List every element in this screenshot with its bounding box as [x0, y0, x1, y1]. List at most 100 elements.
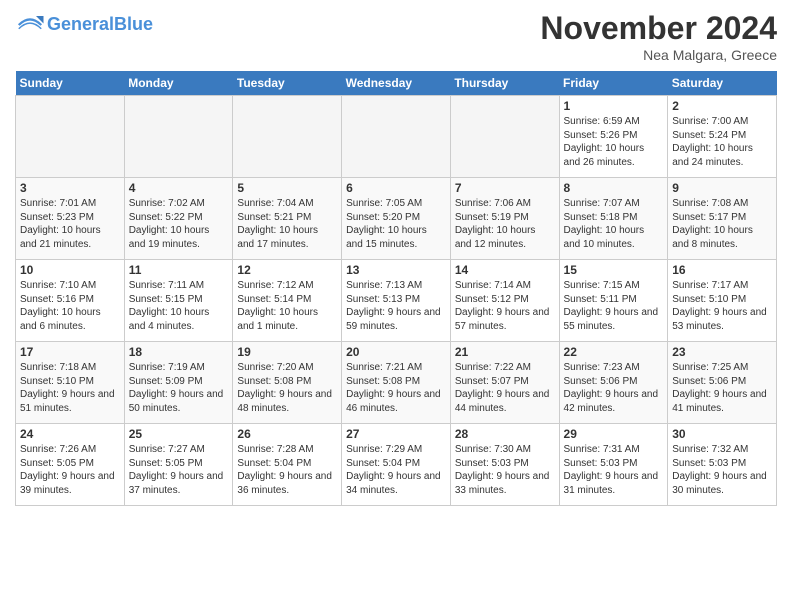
calendar-cell: 22 Sunrise: 7:23 AM Sunset: 5:06 PM Dayli… [559, 342, 668, 424]
calendar-cell: 1 Sunrise: 6:59 AM Sunset: 5:26 PM Daylig… [559, 96, 668, 178]
col-friday: Friday [559, 71, 668, 96]
calendar-table: Sunday Monday Tuesday Wednesday Thursday… [15, 71, 777, 506]
col-thursday: Thursday [450, 71, 559, 96]
page-container: GeneralBlue November 2024 Nea Malgara, G… [0, 0, 792, 516]
calendar-cell: 21 Sunrise: 7:22 AM Sunset: 5:07 PM Dayli… [450, 342, 559, 424]
day-info: Sunrise: 7:01 AM Sunset: 5:23 PM Dayligh… [20, 197, 120, 251]
calendar-cell: 6Sunrise: 7:05 AM Sunset: 5:20 PM Daylig… [342, 178, 451, 260]
calendar-cell: 18 Sunrise: 7:19 AM Sunset: 5:09 PM Dayli… [124, 342, 233, 424]
col-saturday: Saturday [668, 71, 777, 96]
day-number: 23 [672, 345, 772, 359]
col-monday: Monday [124, 71, 233, 96]
calendar-cell: 23 Sunrise: 7:25 AM Sunset: 5:06 PM Dayli… [668, 342, 777, 424]
day-number: 19 [237, 345, 337, 359]
day-info: Sunrise: 7:02 AM Sunset: 5:22 PM Dayligh… [129, 197, 229, 251]
calendar-cell: 29 Sunrise: 7:31 AM Sunset: 5:03 PM Dayli… [559, 424, 668, 506]
day-info: Sunrise: 7:26 AM Sunset: 5:05 PM Dayligh… [20, 443, 120, 497]
calendar-cell: 30Sunrise: 7:32 AM Sunset: 5:03 PM Dayli… [668, 424, 777, 506]
calendar-cell: 10Sunrise: 7:10 AM Sunset: 5:16 PM Dayli… [16, 260, 125, 342]
logo-line1: General [47, 14, 114, 34]
day-number: 21 [455, 345, 555, 359]
day-number: 5 [237, 181, 337, 195]
logo-line2: Blue [114, 14, 153, 34]
day-info: Sunrise: 7:21 AM Sunset: 5:08 PM Dayligh… [346, 361, 446, 415]
calendar-header-row: Sunday Monday Tuesday Wednesday Thursday… [16, 71, 777, 96]
day-number: 16 [672, 263, 772, 277]
day-info: Sunrise: 7:14 AM Sunset: 5:12 PM Dayligh… [455, 279, 555, 333]
calendar-cell [16, 96, 125, 178]
calendar-cell [233, 96, 342, 178]
page-header: GeneralBlue November 2024 Nea Malgara, G… [15, 10, 777, 63]
day-number: 25 [129, 427, 229, 441]
calendar-cell: 27 Sunrise: 7:29 AM Sunset: 5:04 PM Dayli… [342, 424, 451, 506]
calendar-cell: 12 Sunrise: 7:12 AM Sunset: 5:14 PM Dayli… [233, 260, 342, 342]
day-info: Sunrise: 7:06 AM Sunset: 5:19 PM Dayligh… [455, 197, 555, 251]
calendar-cell: 24Sunrise: 7:26 AM Sunset: 5:05 PM Dayli… [16, 424, 125, 506]
day-info: Sunrise: 7:29 AM Sunset: 5:04 PM Dayligh… [346, 443, 446, 497]
calendar-week-row: 1 Sunrise: 6:59 AM Sunset: 5:26 PM Daylig… [16, 96, 777, 178]
calendar-cell: 14Sunrise: 7:14 AM Sunset: 5:12 PM Dayli… [450, 260, 559, 342]
day-info: Sunrise: 7:12 AM Sunset: 5:14 PM Dayligh… [237, 279, 337, 333]
calendar-cell: 7 Sunrise: 7:06 AM Sunset: 5:19 PM Daylig… [450, 178, 559, 260]
calendar-cell: 4 Sunrise: 7:02 AM Sunset: 5:22 PM Daylig… [124, 178, 233, 260]
day-info: Sunrise: 7:32 AM Sunset: 5:03 PM Dayligh… [672, 443, 772, 497]
calendar-cell: 13Sunrise: 7:13 AM Sunset: 5:13 PM Dayli… [342, 260, 451, 342]
day-number: 18 [129, 345, 229, 359]
calendar-body: 1 Sunrise: 6:59 AM Sunset: 5:26 PM Daylig… [16, 96, 777, 506]
day-info: Sunrise: 7:05 AM Sunset: 5:20 PM Dayligh… [346, 197, 446, 251]
day-number: 11 [129, 263, 229, 277]
calendar-cell [450, 96, 559, 178]
day-number: 27 [346, 427, 446, 441]
day-number: 8 [564, 181, 664, 195]
day-info: Sunrise: 7:25 AM Sunset: 5:06 PM Dayligh… [672, 361, 772, 415]
calendar-cell: 15Sunrise: 7:15 AM Sunset: 5:11 PM Dayli… [559, 260, 668, 342]
logo-text: GeneralBlue [47, 15, 153, 35]
day-info: Sunrise: 7:10 AM Sunset: 5:16 PM Dayligh… [20, 279, 120, 333]
calendar-cell: 5 Sunrise: 7:04 AM Sunset: 5:21 PM Daylig… [233, 178, 342, 260]
day-info: Sunrise: 7:15 AM Sunset: 5:11 PM Dayligh… [564, 279, 664, 333]
day-number: 29 [564, 427, 664, 441]
calendar-cell [124, 96, 233, 178]
day-number: 28 [455, 427, 555, 441]
logo-icon [15, 10, 45, 40]
day-number: 4 [129, 181, 229, 195]
day-info: Sunrise: 7:31 AM Sunset: 5:03 PM Dayligh… [564, 443, 664, 497]
day-number: 22 [564, 345, 664, 359]
day-number: 13 [346, 263, 446, 277]
day-number: 17 [20, 345, 120, 359]
calendar-cell [342, 96, 451, 178]
day-info: Sunrise: 7:18 AM Sunset: 5:10 PM Dayligh… [20, 361, 120, 415]
calendar-cell: 25Sunrise: 7:27 AM Sunset: 5:05 PM Dayli… [124, 424, 233, 506]
day-number: 7 [455, 181, 555, 195]
day-info: Sunrise: 7:19 AM Sunset: 5:09 PM Dayligh… [129, 361, 229, 415]
calendar-week-row: 17 Sunrise: 7:18 AM Sunset: 5:10 PM Dayli… [16, 342, 777, 424]
day-info: Sunrise: 7:22 AM Sunset: 5:07 PM Dayligh… [455, 361, 555, 415]
col-wednesday: Wednesday [342, 71, 451, 96]
col-tuesday: Tuesday [233, 71, 342, 96]
day-number: 1 [564, 99, 664, 113]
day-info: Sunrise: 7:30 AM Sunset: 5:03 PM Dayligh… [455, 443, 555, 497]
calendar-cell: 8Sunrise: 7:07 AM Sunset: 5:18 PM Daylig… [559, 178, 668, 260]
calendar-cell: 11Sunrise: 7:11 AM Sunset: 5:15 PM Dayli… [124, 260, 233, 342]
day-info: Sunrise: 7:17 AM Sunset: 5:10 PM Dayligh… [672, 279, 772, 333]
calendar-cell: 2Sunrise: 7:00 AM Sunset: 5:24 PM Daylig… [668, 96, 777, 178]
calendar-cell: 9 Sunrise: 7:08 AM Sunset: 5:17 PM Daylig… [668, 178, 777, 260]
day-number: 3 [20, 181, 120, 195]
day-info: Sunrise: 7:04 AM Sunset: 5:21 PM Dayligh… [237, 197, 337, 251]
calendar-cell: 17 Sunrise: 7:18 AM Sunset: 5:10 PM Dayli… [16, 342, 125, 424]
calendar-cell: 3 Sunrise: 7:01 AM Sunset: 5:23 PM Daylig… [16, 178, 125, 260]
calendar-cell: 20Sunrise: 7:21 AM Sunset: 5:08 PM Dayli… [342, 342, 451, 424]
calendar-week-row: 24Sunrise: 7:26 AM Sunset: 5:05 PM Dayli… [16, 424, 777, 506]
logo: GeneralBlue [15, 10, 153, 40]
calendar-cell: 16 Sunrise: 7:17 AM Sunset: 5:10 PM Dayli… [668, 260, 777, 342]
calendar-cell: 19 Sunrise: 7:20 AM Sunset: 5:08 PM Dayli… [233, 342, 342, 424]
day-info: Sunrise: 6:59 AM Sunset: 5:26 PM Dayligh… [564, 115, 664, 169]
day-number: 9 [672, 181, 772, 195]
day-info: Sunrise: 7:08 AM Sunset: 5:17 PM Dayligh… [672, 197, 772, 251]
location-subtitle: Nea Malgara, Greece [540, 47, 777, 63]
day-info: Sunrise: 7:23 AM Sunset: 5:06 PM Dayligh… [564, 361, 664, 415]
day-number: 2 [672, 99, 772, 113]
day-number: 12 [237, 263, 337, 277]
day-info: Sunrise: 7:20 AM Sunset: 5:08 PM Dayligh… [237, 361, 337, 415]
calendar-week-row: 3 Sunrise: 7:01 AM Sunset: 5:23 PM Daylig… [16, 178, 777, 260]
